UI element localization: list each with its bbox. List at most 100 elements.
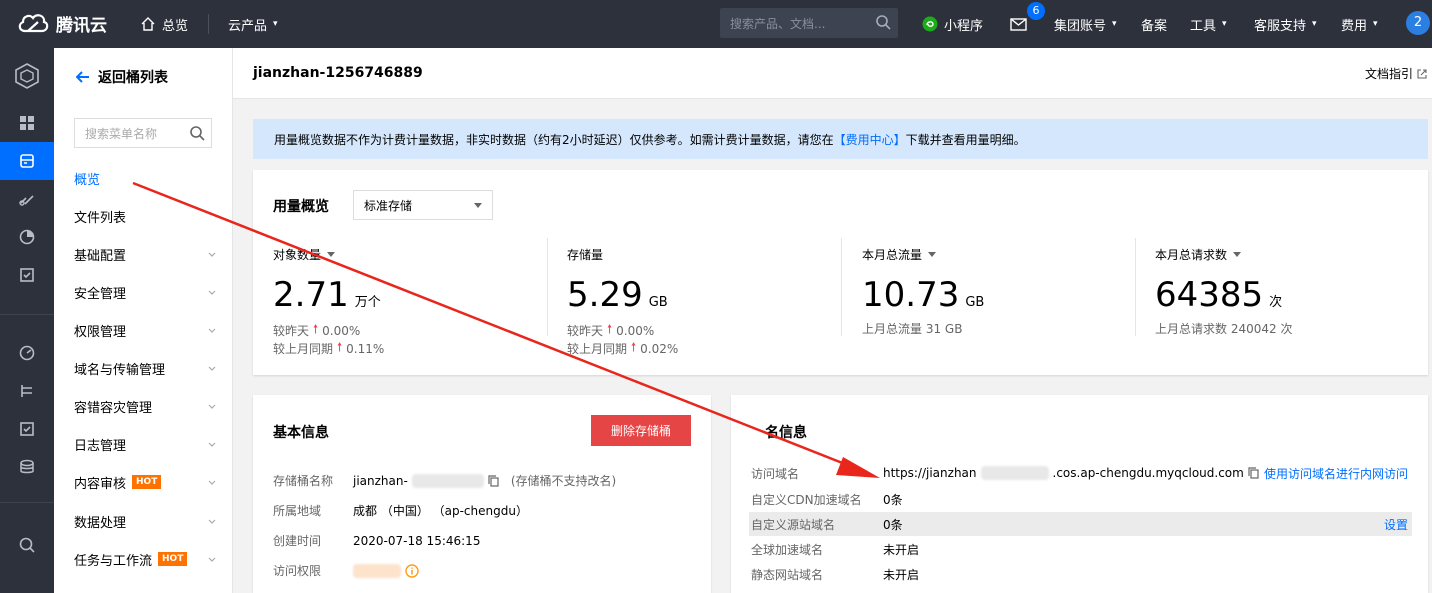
menu-item-tasks-workflow[interactable]: 任务与工作流 HOT [74, 549, 216, 569]
menu-item-content-review[interactable]: 内容审核 HOT [74, 472, 216, 492]
redacted-area [353, 563, 401, 578]
billing-menu[interactable]: 费用 ▾ [1341, 0, 1378, 48]
menu-item-domain-transfer[interactable]: 域名与传输管理 [74, 358, 216, 378]
back-to-bucket-list-link[interactable]: 返回桶列表 [76, 67, 168, 87]
info-key: 创建时间 [273, 534, 322, 548]
search-icon[interactable] [189, 125, 205, 141]
intranet-access-link[interactable]: 使用访问域名进行内网访问 [1264, 465, 1408, 482]
miniprogram-link[interactable]: 小程序 [922, 0, 983, 48]
menu-item-label: 容错容灾管理 [74, 400, 153, 416]
origin-settings-link[interactable]: 设置 [1384, 516, 1408, 533]
menu-item-label: 数据处理 [74, 515, 127, 531]
metric-label[interactable]: 对象数量 [273, 246, 336, 263]
domain-info-title: 名信息 [765, 425, 807, 441]
domain-key: 自定义CDN加速域名 [751, 492, 862, 507]
compare-label: 较昨天 [567, 324, 604, 338]
metric-number: 2.71 [273, 275, 349, 315]
menu-item-fault-tolerance[interactable]: 容错容灾管理 [74, 396, 216, 416]
rail-checklist-icon[interactable] [0, 256, 54, 294]
domain-value: 未开启 [883, 542, 920, 557]
menu-item-logs[interactable]: 日志管理 [74, 434, 216, 454]
domain-suffix: .cos.ap-chengdu.myqcloud.com [1052, 466, 1244, 480]
mail-button[interactable] [1010, 0, 1027, 48]
rail-dashboard-icon[interactable] [0, 104, 54, 142]
notice-text-tail: 下载并查看用量明细。 [905, 132, 1026, 147]
menu-item-overview[interactable]: 概览 [74, 168, 216, 188]
info-icon[interactable] [405, 563, 419, 578]
metric-label-text: 存储量 [567, 248, 604, 262]
menu-item-basic-config[interactable]: 基础配置 [74, 244, 216, 264]
filing-link[interactable]: 备案 [1141, 0, 1167, 48]
notice-text: 用量概览数据不作为计费计量数据，非实时数据（约有2小时延迟）仅供参考。如需计费计… [274, 132, 834, 147]
group-account-menu[interactable]: 集团账号 ▾ [1054, 0, 1117, 48]
metric-unit: 次 [1269, 295, 1283, 310]
domain-prefix: https://jianzhan [883, 466, 977, 480]
filing-label: 备案 [1141, 18, 1168, 34]
menu-item-file-list[interactable]: 文件列表 [74, 206, 216, 226]
billing-center-link[interactable]: 【费用中心】 [834, 131, 906, 148]
rail-task-icon[interactable] [0, 410, 54, 448]
menu-item-data-processing[interactable]: 数据处理 [74, 511, 216, 531]
copy-icon[interactable] [1248, 467, 1259, 479]
metric-compare-last-month: 较上月同期 🠕 0.02% [567, 338, 678, 359]
rail-storage-icon[interactable] [0, 142, 54, 180]
metric-value: 5.29 GB [567, 276, 668, 314]
compare-value: 0.11% [346, 341, 385, 356]
pie-chart-icon [19, 229, 35, 245]
divider [841, 238, 842, 336]
tools-menu[interactable]: 工具 ▾ [1190, 0, 1227, 48]
rail-cube-icon[interactable] [0, 56, 54, 96]
metric-label: 存储量 [567, 246, 603, 263]
arrow-up-icon: 🠕 [337, 340, 343, 354]
menu-item-label: 任务与工作流 [74, 553, 153, 569]
tencent-cloud-logo[interactable]: 腾讯云 [16, 9, 107, 37]
metric-label[interactable]: 本月总流量 [862, 246, 937, 263]
rail-monitor-icon[interactable] [0, 334, 54, 372]
delete-bucket-button[interactable]: 删除存储桶 [591, 415, 691, 446]
cloud-products-menu[interactable]: 云产品 ▾ [228, 0, 278, 48]
info-value [353, 562, 419, 579]
info-value: 成都 （中国） （ap-chengdu） [353, 504, 528, 518]
rail-search-icon[interactable] [0, 526, 54, 564]
menu-item-security[interactable]: 安全管理 [74, 282, 216, 302]
doc-guide-link[interactable]: 文档指引 [1365, 65, 1427, 82]
chevron-down-icon [208, 399, 216, 414]
copy-icon[interactable] [488, 474, 499, 487]
menu-search-placeholder: 搜索菜单名称 [85, 126, 158, 141]
rail-topology-icon[interactable] [0, 372, 54, 410]
info-value: jianzhan- (存储桶不支持改名) [353, 472, 616, 489]
menu-item-label: 概览 [74, 172, 101, 188]
global-search-input[interactable]: 搜索产品、文档... [720, 8, 898, 38]
rail-pie-chart-icon[interactable] [0, 218, 54, 256]
metric-label-text: 对象数量 [273, 248, 322, 262]
storage-class-select[interactable]: 标准存储 [353, 190, 493, 220]
metric-number: 10.73 [862, 275, 960, 315]
search-icon[interactable] [875, 14, 891, 30]
domain-key: 自定义源站域名 [751, 517, 836, 532]
metric-label[interactable]: 本月总请求数 [1155, 246, 1242, 263]
overview-link[interactable]: 总览 [140, 0, 188, 48]
divider [1135, 238, 1136, 336]
support-menu[interactable]: 客服支持 ▾ [1254, 0, 1317, 48]
rail-link-icon[interactable] [0, 180, 54, 218]
bucket-name-value: jianzhan- [353, 473, 408, 488]
menu-item-permissions[interactable]: 权限管理 [74, 320, 216, 340]
metric-unit: 万个 [354, 295, 381, 310]
compare-label: 较上月同期 [567, 342, 628, 356]
topology-icon [21, 385, 32, 397]
database-icon [20, 459, 34, 474]
menu-search-input[interactable]: 搜索菜单名称 [74, 118, 212, 148]
user-avatar-badge[interactable]: 2 [1406, 11, 1430, 35]
info-key: 存储桶名称 [273, 474, 334, 488]
domain-row-cdn: 自定义CDN加速域名 0条 [749, 487, 1412, 511]
cloud-logo-icon [18, 14, 49, 33]
link-icon [19, 195, 34, 206]
info-row-access: 访问权限 [273, 562, 419, 579]
bucket-side-menu: 返回桶列表 搜索菜单名称 概览 文件列表 基础配置 安全管理 权限管理 域名与传… [54, 48, 233, 593]
menu-item-label: 域名与传输管理 [74, 362, 166, 378]
external-link-icon [1417, 68, 1427, 79]
gauge-icon [19, 345, 35, 361]
rail-database-icon[interactable] [0, 448, 54, 486]
domain-row-global: 全球加速域名 未开启 [749, 537, 1412, 561]
chevron-down-icon: ▾ [1373, 19, 1378, 29]
